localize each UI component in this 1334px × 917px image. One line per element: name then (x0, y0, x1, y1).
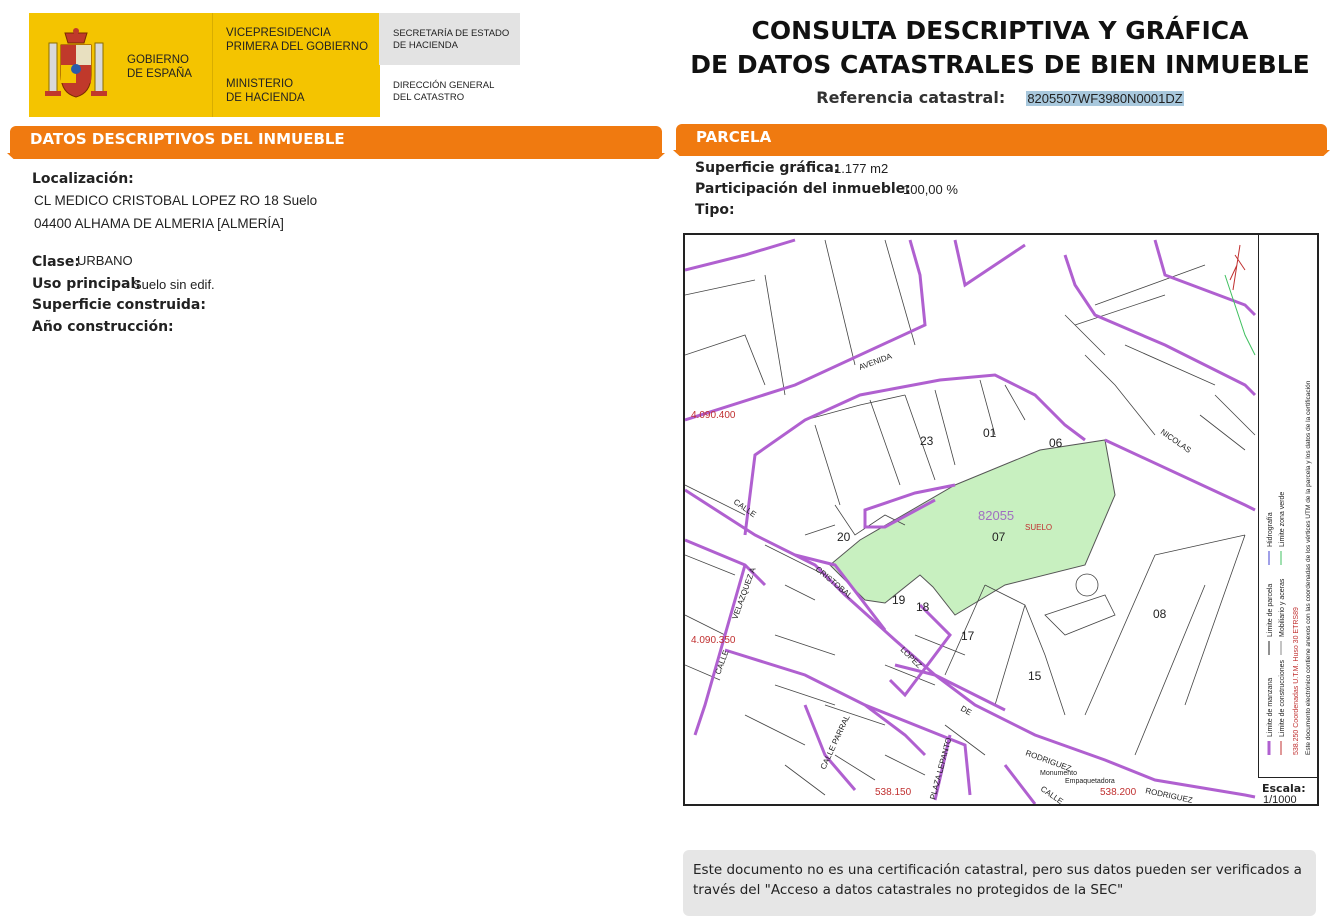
parcel-19: 19 (892, 593, 906, 607)
direccion-block: DIRECCIÓN GENERAL DEL CATASTRO (393, 80, 494, 104)
parcel-01: 01 (983, 426, 997, 440)
localizacion-label: Localización: (32, 171, 134, 187)
parcel-08: 08 (1153, 607, 1167, 621)
utm-4090350: 4.090.350 (691, 635, 736, 646)
referencia-value[interactable]: 8205507WF3980N0001DZ (1026, 91, 1184, 106)
sec-line-1: SECRETARÍA DE ESTADO (393, 28, 510, 39)
dir-line-2: DEL CATASTRO (393, 92, 465, 103)
map-drawing: 23 01 06 20 19 18 17 15 08 07 82055 SUEL… (685, 238, 1312, 804)
utm-4090400: 4.090.400 (691, 410, 736, 421)
min-line-1: MINISTERIO (226, 78, 294, 90)
legend-manzana: Limite de manzana (1267, 678, 1274, 737)
legend-hidrografia: Hidrografía (1267, 512, 1274, 547)
parcel-17: 17 (961, 629, 975, 643)
highlight-parcel-number: 82055 (978, 508, 1014, 523)
parcel-23: 23 (920, 434, 934, 448)
title-line-1: CONSULTA DESCRIPTIVA Y GRÁFICA (751, 16, 1249, 45)
clase-label: Clase: (32, 254, 80, 270)
escala-box: Escala: 1/1000 (1258, 777, 1317, 806)
gobierno-logo-block: GOBIERNO DE ESPAÑA (29, 13, 212, 117)
vice-line-1: VICEPRESIDENCIA (226, 27, 331, 39)
gov-line-1: GOBIERNO (127, 54, 189, 66)
clase-value: URBANO (77, 253, 133, 268)
address-line-2: 04400 ALHAMA DE ALMERIA [ALMERÍA] (34, 216, 284, 231)
min-line-2: DE HACIENDA (226, 92, 305, 104)
legend-note: Este documento electrónico contiene anex… (1305, 380, 1312, 755)
parcel-18: 18 (916, 600, 930, 614)
vice-line-2: PRIMERA DEL GOBIERNO (226, 41, 369, 53)
cadastral-map[interactable]: 23 01 06 20 19 18 17 15 08 07 82055 SUEL… (683, 233, 1319, 806)
title-line-2: DE DATOS CATASTRALES DE BIEN INMUEBLE (690, 50, 1310, 79)
legend-mobiliario: Mobiliario y aceras (1279, 578, 1286, 637)
datos-section-header: DATOS DESCRIPTIVOS DEL INMUEBLE (10, 126, 662, 153)
referencia-label: Referencia catastral: (816, 88, 1006, 107)
street-de: DE (959, 704, 973, 717)
sec-line-2: DE HACIENDA (393, 40, 458, 51)
street-velazquez: VELAZQUEZ A (730, 566, 757, 621)
utm-538150: 538.150 (875, 787, 912, 798)
participacion-value: 100,00 % (903, 182, 958, 197)
street-calle-3: CALLE (1039, 784, 1065, 804)
address-line-1: CL MEDICO CRISTOBAL LOPEZ RO 18 Suelo (34, 193, 318, 208)
monument-label-1: Monumento (1040, 770, 1077, 777)
coat-of-arms-icon (45, 28, 107, 98)
street-plaza-lepanto: PLAZA LEPANTO (928, 737, 953, 801)
dir-line-1: DIRECCIÓN GENERAL (393, 80, 495, 91)
parcel-15: 15 (1028, 669, 1042, 683)
secretaria-block: SECRETARÍA DE ESTADO DE HACIENDA (379, 13, 520, 65)
legend-construcciones: Limite de construcciones (1279, 659, 1286, 737)
parcel-06: 06 (1049, 436, 1063, 450)
monument-label-2: Empaquetadora (1065, 778, 1115, 785)
street-rodriguez-2: RODRIGUEZ (1145, 786, 1194, 804)
parcel-20: 20 (837, 530, 851, 544)
superficie-construida-label: Superficie construida: (32, 297, 206, 313)
tipo-label: Tipo: (695, 202, 735, 218)
legend-zona-verde: Limite zona verde (1279, 492, 1286, 547)
uso-label: Uso principal: (32, 276, 141, 292)
participacion-label: Participación del inmueble: (695, 181, 911, 197)
parcela-section-header: PARCELA (676, 124, 1327, 150)
uso-value: Suelo sin edif. (133, 277, 215, 292)
superficie-grafica-value: 1.177 m2 (834, 161, 889, 176)
escala-value: 1/1000 (1263, 794, 1297, 806)
parcel-07: 07 (992, 530, 1006, 544)
anio-construccion-label: Año construcción: (32, 319, 174, 335)
legend-utm: 538.250 Coordenadas U.T.M. Huso 30 ETRS8… (1293, 607, 1300, 755)
highlight-parcel-label: SUELO (1025, 523, 1052, 532)
legend-parcela: Limite de parcela (1267, 584, 1274, 637)
street-nicolas: NICOLAS (1159, 427, 1193, 455)
referencia-row: Referencia catastral: 8205507WF3980N0001… (680, 88, 1320, 107)
page-title: CONSULTA DESCRIPTIVA Y GRÁFICA DE DATOS … (680, 14, 1320, 82)
superficie-grafica-label: Superficie gráfica: (695, 160, 840, 176)
utm-538200: 538.200 (1100, 787, 1137, 798)
street-calle-1: CALLE (732, 497, 758, 519)
legend-separator (1258, 235, 1259, 777)
ministry-logo-block: VICEPRESIDENCIA PRIMERA DEL GOBIERNO MIN… (212, 13, 380, 117)
info-note: Este documento no es una certificación c… (683, 850, 1316, 916)
gov-line-2: DE ESPAÑA (127, 68, 192, 80)
